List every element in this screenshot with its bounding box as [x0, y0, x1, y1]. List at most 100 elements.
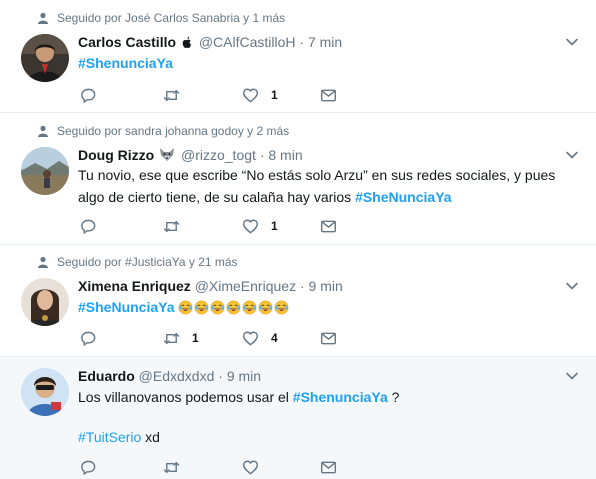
hashtag-link[interactable]: #ShenunciaYa	[293, 389, 388, 405]
retweet-icon	[163, 89, 180, 101]
retweet-icon	[163, 461, 180, 473]
separator-dot: ·	[259, 147, 265, 163]
retweet-button[interactable]: 1	[163, 329, 199, 347]
tweet-header: Doug Rizzo @rizzo_togt · 8 min	[78, 146, 303, 164]
tears-of-joy-emoji	[210, 300, 224, 315]
retweet-button[interactable]	[163, 217, 180, 235]
tweet-text-line: algo de cierto tiene, de su calaña hay v…	[78, 186, 578, 208]
apple-icon	[182, 36, 192, 49]
reply-icon	[81, 219, 96, 234]
avatar[interactable]	[21, 34, 69, 82]
direct-message-button[interactable]	[320, 86, 337, 104]
timestamp[interactable]: 9 min	[227, 368, 261, 384]
user-handle[interactable]: @rizzo_togt	[181, 147, 256, 163]
display-name[interactable]: Doug Rizzo	[78, 147, 154, 163]
chevron-down-icon[interactable]	[565, 279, 579, 293]
hashtag-link[interactable]: #SheNunciaYa	[355, 189, 452, 205]
direct-message-button[interactable]	[320, 217, 337, 235]
avatar[interactable]	[21, 147, 69, 195]
like-count: 4	[271, 331, 278, 345]
tweet-text-fragment: Los villanovanos podemos usar el	[78, 389, 293, 405]
like-button[interactable]: 1	[242, 217, 278, 235]
user-handle[interactable]: @XimeEnriquez	[195, 278, 296, 294]
hashtag-link[interactable]: #TuitSerio	[78, 429, 141, 445]
display-name[interactable]: Ximena Enriquez	[78, 278, 191, 294]
tears-of-joy-emoji	[178, 300, 192, 315]
timeline-feed: Seguido por José Carlos Sanabria y 1 más…	[0, 0, 596, 479]
retweet-button[interactable]	[163, 86, 180, 104]
hashtag-link[interactable]: #ShenunciaYa	[78, 55, 173, 71]
tweet-text-line: #TuitSerio xd	[78, 426, 578, 448]
tweet-card[interactable]: Seguido por sandra johanna godoy y 2 más…	[0, 113, 596, 245]
tweet-text: #SheNunciaYa	[78, 296, 578, 318]
tweet-actions: 1	[80, 217, 340, 235]
tweet-header: Carlos Castillo @CAlfCastilloH · 7 min	[78, 33, 342, 51]
retweet-icon	[163, 220, 180, 232]
tweet-actions: 1 4	[80, 329, 340, 347]
tweet-card[interactable]: Seguido por José Carlos Sanabria y 1 más…	[0, 0, 596, 113]
tweet-text-fragment: ?	[387, 389, 400, 405]
chevron-down-icon[interactable]	[565, 369, 579, 383]
display-name[interactable]: Carlos Castillo	[78, 34, 176, 50]
social-context: Seguido por sandra johanna godoy y 2 más	[38, 124, 290, 138]
heart-icon	[242, 219, 259, 233]
reply-button[interactable]	[80, 86, 97, 104]
tears-of-joy-emoji	[258, 300, 272, 315]
heart-icon	[242, 460, 259, 474]
emoji-row	[178, 300, 289, 315]
tweet-text: #ShenunciaYa	[78, 52, 578, 74]
tweet-actions	[80, 458, 340, 476]
tweet-text: #TuitSerio xd	[78, 426, 578, 448]
tears-of-joy-emoji	[194, 300, 208, 315]
tweet-text: Tu novio, ese que escribe “No estás solo…	[78, 164, 578, 208]
avatar[interactable]	[21, 368, 69, 416]
retweet-button[interactable]	[163, 458, 180, 476]
heart-icon	[242, 331, 259, 345]
separator-dot: ·	[218, 368, 223, 384]
user-handle[interactable]: @Edxdxdxd	[139, 368, 215, 384]
social-context: Seguido por José Carlos Sanabria y 1 más	[38, 11, 286, 25]
reply-button[interactable]	[80, 329, 97, 347]
direct-message-button[interactable]	[320, 329, 337, 347]
chevron-down-icon[interactable]	[565, 35, 579, 49]
display-name[interactable]: Eduardo	[78, 368, 135, 384]
envelope-icon	[320, 332, 337, 344]
tweet-text-fragment: xd	[141, 429, 160, 445]
timestamp[interactable]: 8 min	[268, 147, 302, 163]
tweet-header: Ximena Enriquez @XimeEnriquez · 9 min	[78, 277, 343, 295]
timestamp[interactable]: 7 min	[308, 34, 342, 50]
wolf-emoji	[160, 148, 175, 161]
envelope-icon	[320, 89, 337, 101]
hashtag-link[interactable]: #SheNunciaYa	[78, 299, 175, 315]
tweet-text-fragment: algo de cierto tiene, de su calaña hay v…	[78, 189, 356, 205]
envelope-icon	[320, 220, 337, 232]
tears-of-joy-emoji	[226, 300, 240, 315]
envelope-icon	[320, 461, 337, 473]
social-context-text: Seguido por sandra johanna godoy y 2 más	[57, 124, 290, 138]
person-icon	[38, 12, 48, 24]
reply-icon	[81, 88, 96, 103]
chevron-down-icon[interactable]	[565, 148, 579, 162]
like-button[interactable]: 4	[242, 329, 278, 347]
tears-of-joy-emoji	[242, 300, 256, 315]
user-handle[interactable]: @CAlfCastilloH	[199, 34, 296, 50]
tweet-card[interactable]: Eduardo @Edxdxdxd · 9 min Los villanovan…	[0, 357, 596, 479]
direct-message-button[interactable]	[320, 458, 337, 476]
heart-icon	[242, 88, 259, 102]
reply-button[interactable]	[80, 458, 97, 476]
like-button[interactable]: 1	[242, 86, 278, 104]
tweet-card[interactable]: Seguido por #JusticiaYa y 21 más Ximena …	[0, 245, 596, 357]
retweet-icon	[163, 332, 180, 344]
tweet-text: Los villanovanos podemos usar el #Shenun…	[78, 386, 578, 408]
reply-button[interactable]	[80, 217, 97, 235]
separator-dot: ·	[299, 34, 305, 50]
reply-icon	[81, 460, 96, 475]
social-context-text: Seguido por José Carlos Sanabria y 1 más	[57, 11, 286, 25]
person-icon	[38, 125, 48, 137]
like-count: 1	[271, 219, 278, 233]
like-button[interactable]	[242, 458, 259, 476]
social-context: Seguido por #JusticiaYa y 21 más	[38, 255, 238, 269]
timestamp[interactable]: 9 min	[309, 278, 343, 294]
separator-dot: ·	[299, 278, 305, 294]
avatar[interactable]	[21, 278, 69, 326]
